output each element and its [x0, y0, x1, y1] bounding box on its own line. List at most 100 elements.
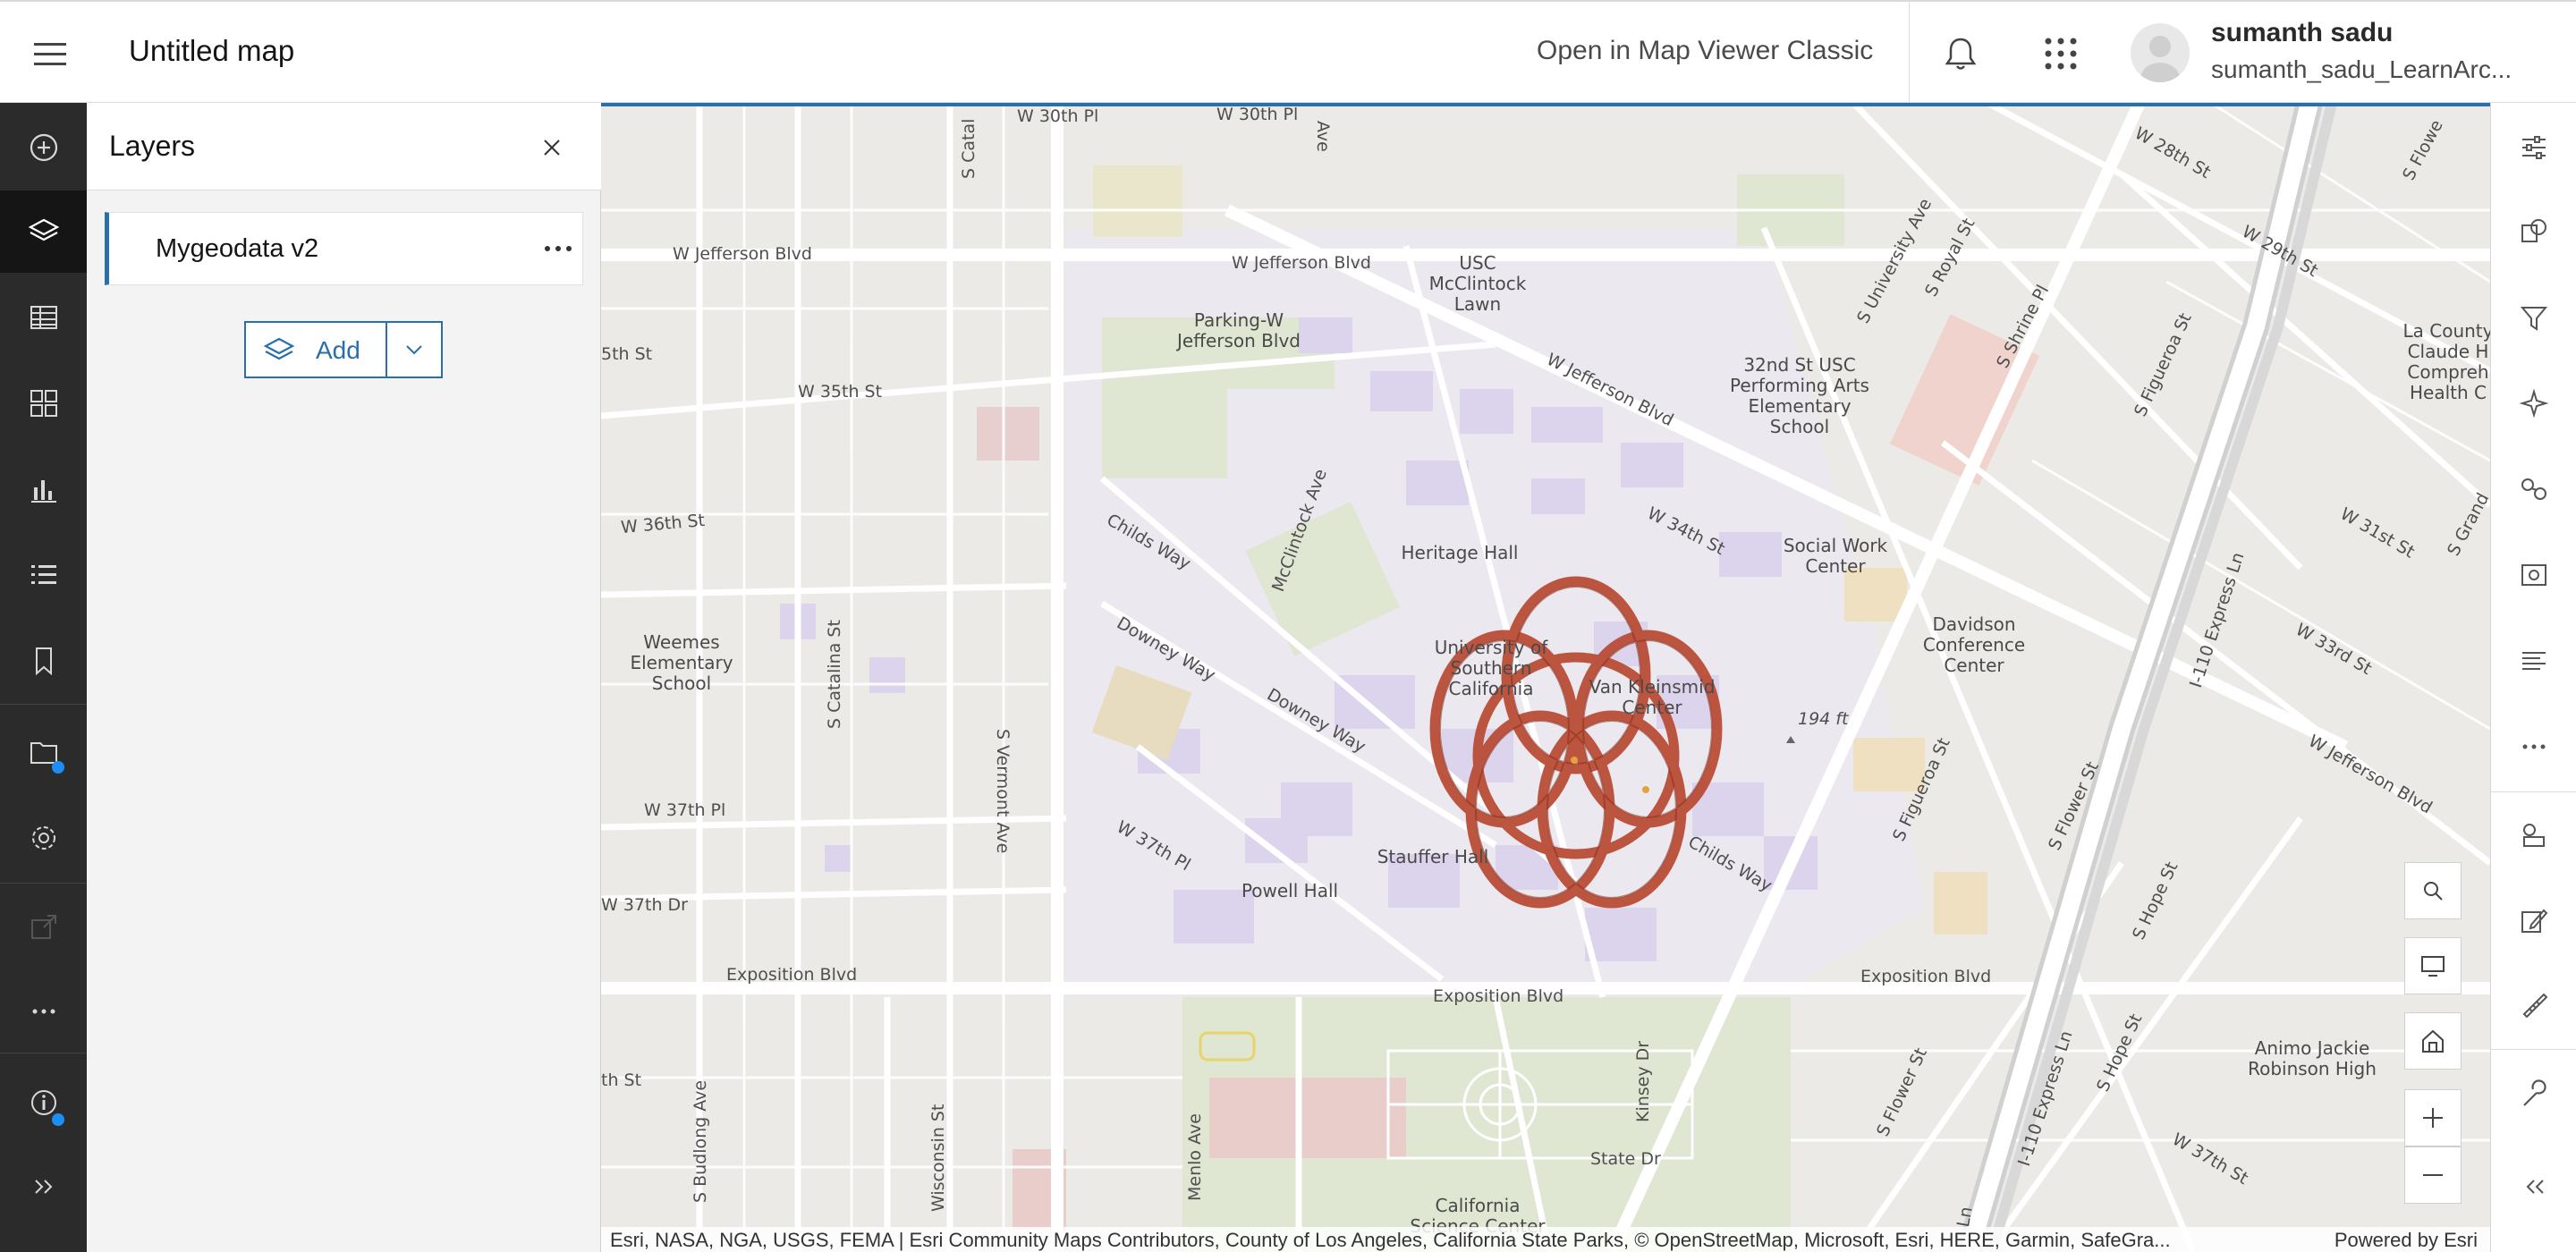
- add-icon[interactable]: [0, 106, 87, 189]
- map-properties-icon[interactable]: [0, 711, 87, 793]
- street-label: S Budlong Ave: [691, 1079, 710, 1203]
- map-focus-line: [601, 103, 2490, 106]
- attribution-bar: Esri, NASA, NGA, USGS, FEMA | Esri Commu…: [601, 1227, 2490, 1252]
- poi-label: Davidson Conference Center: [1922, 613, 2026, 676]
- user-id[interactable]: sumanth_sadu_LearnArc...: [2211, 55, 2524, 84]
- powered-by[interactable]: Powered by Esri: [2334, 1229, 2478, 1252]
- bar-divider: [2491, 1049, 2576, 1050]
- street-label: W 37th Dr: [601, 895, 688, 915]
- tools-icon[interactable]: [2491, 1053, 2576, 1135]
- add-layer-button[interactable]: Add: [244, 321, 387, 378]
- notification-dot: [52, 1113, 64, 1126]
- layer-options-icon[interactable]: [538, 229, 578, 268]
- app-launcher-icon[interactable]: [2038, 30, 2084, 77]
- more-icon[interactable]: [2491, 706, 2576, 788]
- layer-name: Mygeodata v2: [156, 234, 319, 263]
- street-label: Wisconsin St: [928, 1104, 948, 1212]
- map-view[interactable]: W 30th Pl W 30th Pl W Jefferson Blvd W J…: [601, 103, 2490, 1252]
- share-icon[interactable]: [0, 886, 87, 969]
- close-icon[interactable]: [534, 130, 570, 165]
- poi-label: Powell Hall: [1241, 880, 1339, 901]
- elevation-label: 194 ft: [1798, 709, 1849, 729]
- bookmarks-icon[interactable]: [0, 620, 87, 702]
- attribution-text[interactable]: Esri, NASA, NGA, USGS, FEMA | Esri Commu…: [610, 1229, 2309, 1252]
- bar-divider: [0, 704, 87, 705]
- poi-label: 32nd St USC Performing Arts Elementary S…: [1730, 354, 1869, 437]
- zoom-in-icon[interactable]: [2404, 1089, 2462, 1146]
- bar-divider: [0, 883, 87, 884]
- more-icon[interactable]: [0, 970, 87, 1053]
- panel-header: Layers: [87, 103, 601, 190]
- street-label: W 37th Pl: [644, 800, 726, 820]
- settings-icon[interactable]: [0, 797, 87, 879]
- labels-icon[interactable]: [2491, 620, 2576, 702]
- street-label: th St: [601, 1070, 642, 1090]
- street-label: W 30th Pl: [1017, 106, 1099, 126]
- configure-icon[interactable]: [2491, 534, 2576, 616]
- poi-label: Stauffer Hall: [1377, 846, 1489, 867]
- street-label: 5th St: [601, 344, 653, 364]
- panel-title: Layers: [109, 130, 196, 162]
- street-label: Exposition Blvd: [1433, 986, 1564, 1006]
- collapse-icon[interactable]: [2491, 1146, 2576, 1228]
- poi-label: Social Work Center: [1783, 535, 1888, 577]
- layers-icon[interactable]: [0, 190, 87, 273]
- expand-icon[interactable]: [0, 1146, 87, 1228]
- info-icon[interactable]: [0, 1062, 87, 1144]
- map-title[interactable]: Untitled map: [129, 34, 294, 68]
- layers-panel: Layers Mygeodata v2 Add: [87, 103, 601, 1252]
- street-label: W 30th Pl: [1216, 105, 1299, 124]
- pop-ups-icon[interactable]: [2491, 448, 2576, 530]
- properties-icon[interactable]: [2491, 106, 2576, 189]
- table-icon[interactable]: [0, 276, 87, 359]
- charts-icon[interactable]: [0, 448, 87, 530]
- poi-label: Parking-W Jefferson Blvd: [1176, 309, 1301, 351]
- street-label: W 35th St: [798, 382, 883, 402]
- poi-label: La County Claude H Compreh Health C: [2402, 320, 2491, 403]
- street-label: Kinsey Dr: [1633, 1040, 1653, 1122]
- menu-icon[interactable]: [21, 29, 79, 79]
- measure-icon[interactable]: [2491, 963, 2576, 1045]
- layer-item[interactable]: Mygeodata v2: [105, 212, 583, 285]
- right-action-bar: [2490, 103, 2576, 1252]
- legend-icon[interactable]: [0, 534, 87, 616]
- avatar[interactable]: [2131, 23, 2190, 82]
- zoom-out-icon[interactable]: [2404, 1146, 2462, 1204]
- screen-icon[interactable]: [2404, 937, 2462, 994]
- poi-label: Heritage Hall: [1401, 542, 1519, 563]
- basemap-icon[interactable]: [0, 362, 87, 444]
- styles-icon[interactable]: [2491, 190, 2576, 273]
- street-label: Exposition Blvd: [726, 965, 858, 985]
- add-button-label: Add: [316, 336, 360, 364]
- search-icon[interactable]: [2404, 862, 2462, 919]
- open-classic-link[interactable]: Open in Map Viewer Classic: [1537, 36, 1873, 66]
- street-label: Menlo Ave: [1185, 1113, 1205, 1201]
- add-dropdown-button[interactable]: [386, 321, 443, 378]
- bar-divider: [2491, 791, 2576, 792]
- user-name[interactable]: sumanth sadu: [2211, 18, 2393, 48]
- notification-dot: [52, 761, 64, 774]
- street-label: S Catalina St: [825, 620, 844, 729]
- poi-label: Animo Jackie Robinson High: [2248, 1037, 2377, 1079]
- street-label: S Vermont Ave: [993, 729, 1013, 854]
- poi-label: USC McClintock Lawn: [1428, 252, 1527, 315]
- street-label: Ln: [1953, 1205, 1977, 1229]
- sketch-icon[interactable]: [2491, 793, 2576, 876]
- street-label: W Jefferson Blvd: [1232, 253, 1371, 273]
- street-label: Ave: [1313, 121, 1333, 152]
- effects-icon[interactable]: [2491, 362, 2576, 444]
- filter-icon[interactable]: [2491, 276, 2576, 359]
- bell-icon[interactable]: [1937, 30, 1984, 77]
- poi-label: Van Kleinsmid Center: [1589, 676, 1716, 718]
- street-label: W Jefferson Blvd: [673, 244, 812, 264]
- add-layers-icon: [262, 335, 296, 370]
- street-label: Exposition Blvd: [1860, 967, 1992, 986]
- poi-label: Weemes Elementary School: [630, 631, 733, 694]
- edit-icon[interactable]: [2491, 879, 2576, 961]
- home-icon[interactable]: [2404, 1012, 2462, 1070]
- street-label: S Catal: [959, 118, 979, 179]
- chevron-down-icon: [406, 345, 422, 355]
- poi-label: University of Southern California: [1434, 637, 1548, 699]
- left-action-bar: [0, 103, 87, 1252]
- header-divider: [1909, 2, 1910, 105]
